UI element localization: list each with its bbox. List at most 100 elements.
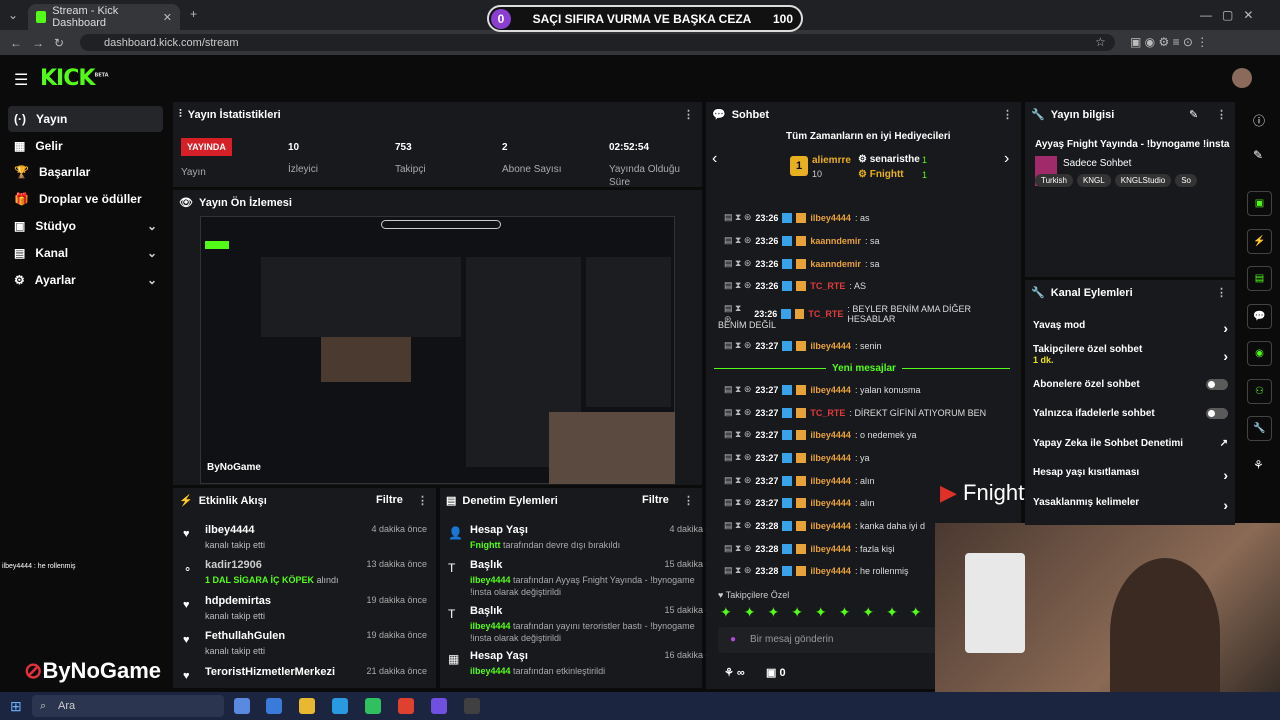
more-icon[interactable]: ⋮ [683, 494, 694, 507]
sidebar-item-yayin[interactable]: (·) Yayın [8, 106, 163, 132]
stream-info-panel: 🔧 Yayın bilgisi ✎ ⋮ Ayyaş Fnight Yayında … [1025, 102, 1235, 277]
sidebar-item-gelir[interactable]: ▦ Gelir [8, 133, 163, 159]
more-icon[interactable]: ⋮ [417, 494, 428, 507]
sidebar-item-studyo[interactable]: ▣ Stüdyo ⌄ [8, 213, 163, 239]
kick-favicon-icon [36, 11, 47, 23]
mic-icon: ● [730, 634, 737, 645]
window-controls[interactable]: — ▢ ✕ [1200, 8, 1253, 22]
chat-input[interactable]: ● Bir mesaj gönderin [718, 627, 938, 653]
chevron-left-icon[interactable]: ‹ [712, 150, 717, 168]
stream-preview[interactable]: ByNoGame [200, 216, 675, 484]
chat-message[interactable]: ▤ ⧗ ⊛ 23:26 kaanndemir: sa [724, 258, 1014, 269]
account-age-row[interactable]: Hesap yaşı kısıtlaması › [1033, 467, 1228, 483]
nav-buttons[interactable]: ← → ↻ [10, 36, 64, 50]
rail-wrench-icon[interactable]: 🔧 [1247, 416, 1272, 441]
windows-start-icon[interactable]: ⊞ [10, 698, 22, 715]
followers-only-row[interactable]: Takipçilere özel sohbet 1 dk. › [1033, 344, 1228, 365]
heart-icon: ♥ [183, 528, 190, 540]
person [1110, 558, 1220, 708]
ai-moderation-row[interactable]: Yapay Zeka ile Sohbet Denetimi ↗ [1033, 438, 1228, 449]
rail-bolt-icon[interactable]: ⚡ [1247, 229, 1272, 254]
folder-icon[interactable] [299, 698, 315, 714]
chat-message[interactable]: ▤ ⧗ ⊛ 23:27 ilbey4444: ya [724, 452, 1014, 463]
chat-message[interactable]: ▤ ⧗ ⊛ 23:26 ilbey4444: as [724, 212, 1014, 223]
slow-mode-row[interactable]: Yavaş mod › [1033, 320, 1228, 336]
points-counter[interactable]: ⚘ ∞ [724, 666, 745, 679]
user-icon: 👤 [448, 526, 463, 540]
rail-chat-icon[interactable]: 💬 [1247, 304, 1272, 329]
chat-message[interactable]: ▤ ⧗ ⊛ 23:27 ilbey4444: o nedemek ya [724, 429, 1014, 440]
youtube-icon: ▶ [940, 480, 957, 505]
tab-list-icon[interactable]: ⌄ [8, 8, 18, 22]
sidebar-item-ayarlar[interactable]: ⚙ Ayarlar ⌄ [8, 267, 163, 293]
sidebar-item-droplar[interactable]: 🎁 Droplar ve ödüller [8, 186, 163, 212]
moderation-filter-button[interactable]: Filtre [642, 494, 669, 506]
mini-webcam-large [549, 412, 675, 484]
rail-users-icon[interactable]: ⚇ [1247, 379, 1272, 404]
rail-document-icon[interactable]: ▤ [1247, 266, 1272, 291]
overlay-chat-line: ilbey4444 : he rollenmiş [2, 563, 76, 570]
edge-icon[interactable] [332, 698, 348, 714]
chevron-down-icon: ⌄ [146, 219, 157, 233]
menu-icon[interactable]: ☰ [14, 70, 28, 90]
browser-tab[interactable]: Stream - Kick Dashboard ✕ [28, 4, 180, 30]
discord-icon[interactable] [431, 698, 447, 714]
edit-icon[interactable]: ✎ [1189, 108, 1198, 121]
top-navigation [0, 55, 1280, 100]
chat-message[interactable]: ▤ ⧗ ⊛ 23:27 ilbey4444: senin [724, 340, 1014, 351]
info-icon[interactable]: ⓘ [1253, 112, 1265, 129]
poll-question: SAÇI SIFIRA VURMA VE BAŞKA CEZA [532, 11, 752, 26]
kick-logo[interactable]: KICKBETA [40, 66, 109, 91]
preview-header: 👁 Yayın Ön İzlemesi [179, 196, 292, 210]
more-icon[interactable]: ⋮ [1216, 286, 1227, 299]
more-icon[interactable]: ⋮ [1002, 108, 1013, 121]
list-item: ♥ ilbey4444 kanalı takip etti 4 dakika önce [183, 524, 427, 550]
points-icon[interactable]: ⚘ [1253, 458, 1264, 472]
chrome-icon[interactable] [398, 698, 414, 714]
mini-webcam [321, 337, 411, 382]
pencil-icon[interactable]: ✎ [1253, 148, 1263, 162]
top-gifter-1-count: 10 [812, 169, 823, 179]
jersey [965, 553, 1025, 653]
subs-only-row[interactable]: Abonelere özel sohbet [1033, 379, 1228, 390]
chat-message[interactable]: ▤ ⧗ ⊛ 23:27 TC_RTE: DİREKT GİFİNİ ATIYORUM… [724, 407, 1014, 418]
more-icon[interactable]: ⋮ [1216, 108, 1227, 121]
chat-message[interactable]: ▤ ⧗ ⊛ 23:27 ilbey4444: yalan konusma [724, 384, 1014, 395]
chevron-right-icon: › [1223, 320, 1228, 336]
bynogame-logo: ⊘ByNoGame [24, 658, 162, 683]
chevron-right-icon[interactable]: › [1004, 150, 1009, 168]
chat-message[interactable]: ▤ ⧗ ⊛ 23:26 TC_RTE: AS [724, 280, 1014, 291]
channel-icon: ▤ [14, 246, 26, 260]
stats-panel: ⫶ Yayın İstatistikleri ⋮ YAYINDA Yayın 10 İ… [173, 102, 702, 188]
poll-left-count: 0 [491, 8, 511, 29]
calendar-icon: ▦ [448, 652, 460, 666]
obs-icon[interactable] [464, 698, 480, 714]
more-icon[interactable]: ⋮ [683, 108, 694, 121]
app-icon[interactable] [234, 698, 250, 714]
avatar[interactable] [1232, 68, 1252, 88]
rail-broadcast-icon[interactable]: ◉ [1247, 341, 1272, 366]
list-item: ♥ FethullahGulen kanalı takip etti 19 dakik… [183, 630, 427, 656]
emote-row[interactable]: ✦✦✦✦✦✦✦✦✦ [720, 604, 934, 621]
gift-counter[interactable]: ▣ 0 [766, 666, 786, 679]
rail-preview-icon[interactable]: ▣ [1247, 191, 1272, 216]
subs-label: Abone Sayısı [502, 164, 562, 175]
revenue-icon: ▦ [14, 139, 26, 153]
taskbar-search[interactable]: ⌕ Ara [32, 695, 224, 717]
activity-filter-button[interactable]: Filtre [376, 494, 403, 506]
extension-icons[interactable]: ▣ ◉ ⚙ ≡ ⊙ ⋮ [1130, 35, 1208, 49]
whatsapp-icon[interactable] [365, 698, 381, 714]
bookmark-icon[interactable]: ☆ [1095, 35, 1106, 49]
emote-only-row[interactable]: Yalnızca ifadelerle sohbet [1033, 408, 1228, 419]
chat-message[interactable]: ▤ ⧗ ⊛ 23:26 kaanndemir: sa [724, 235, 1014, 246]
sidebar-item-basarilar[interactable]: 🏆 Başarılar [8, 159, 163, 185]
close-tab-icon[interactable]: ✕ [163, 11, 172, 24]
new-tab-icon[interactable]: + [190, 7, 197, 21]
banned-words-row[interactable]: Yasaklanmış kelimeler › [1033, 497, 1228, 513]
document-icon: ▤ [446, 495, 457, 507]
heart-icon: ♥ [183, 599, 190, 611]
channel-actions-panel: 🔧 Kanal Eylemleri ⋮ Yavaş mod › Takipçiler… [1025, 280, 1235, 525]
url-field[interactable]: dashboard.kick.com/stream [80, 34, 1115, 51]
sidebar-item-kanal[interactable]: ▤ Kanal ⌄ [8, 240, 163, 266]
app-icon[interactable] [266, 698, 282, 714]
